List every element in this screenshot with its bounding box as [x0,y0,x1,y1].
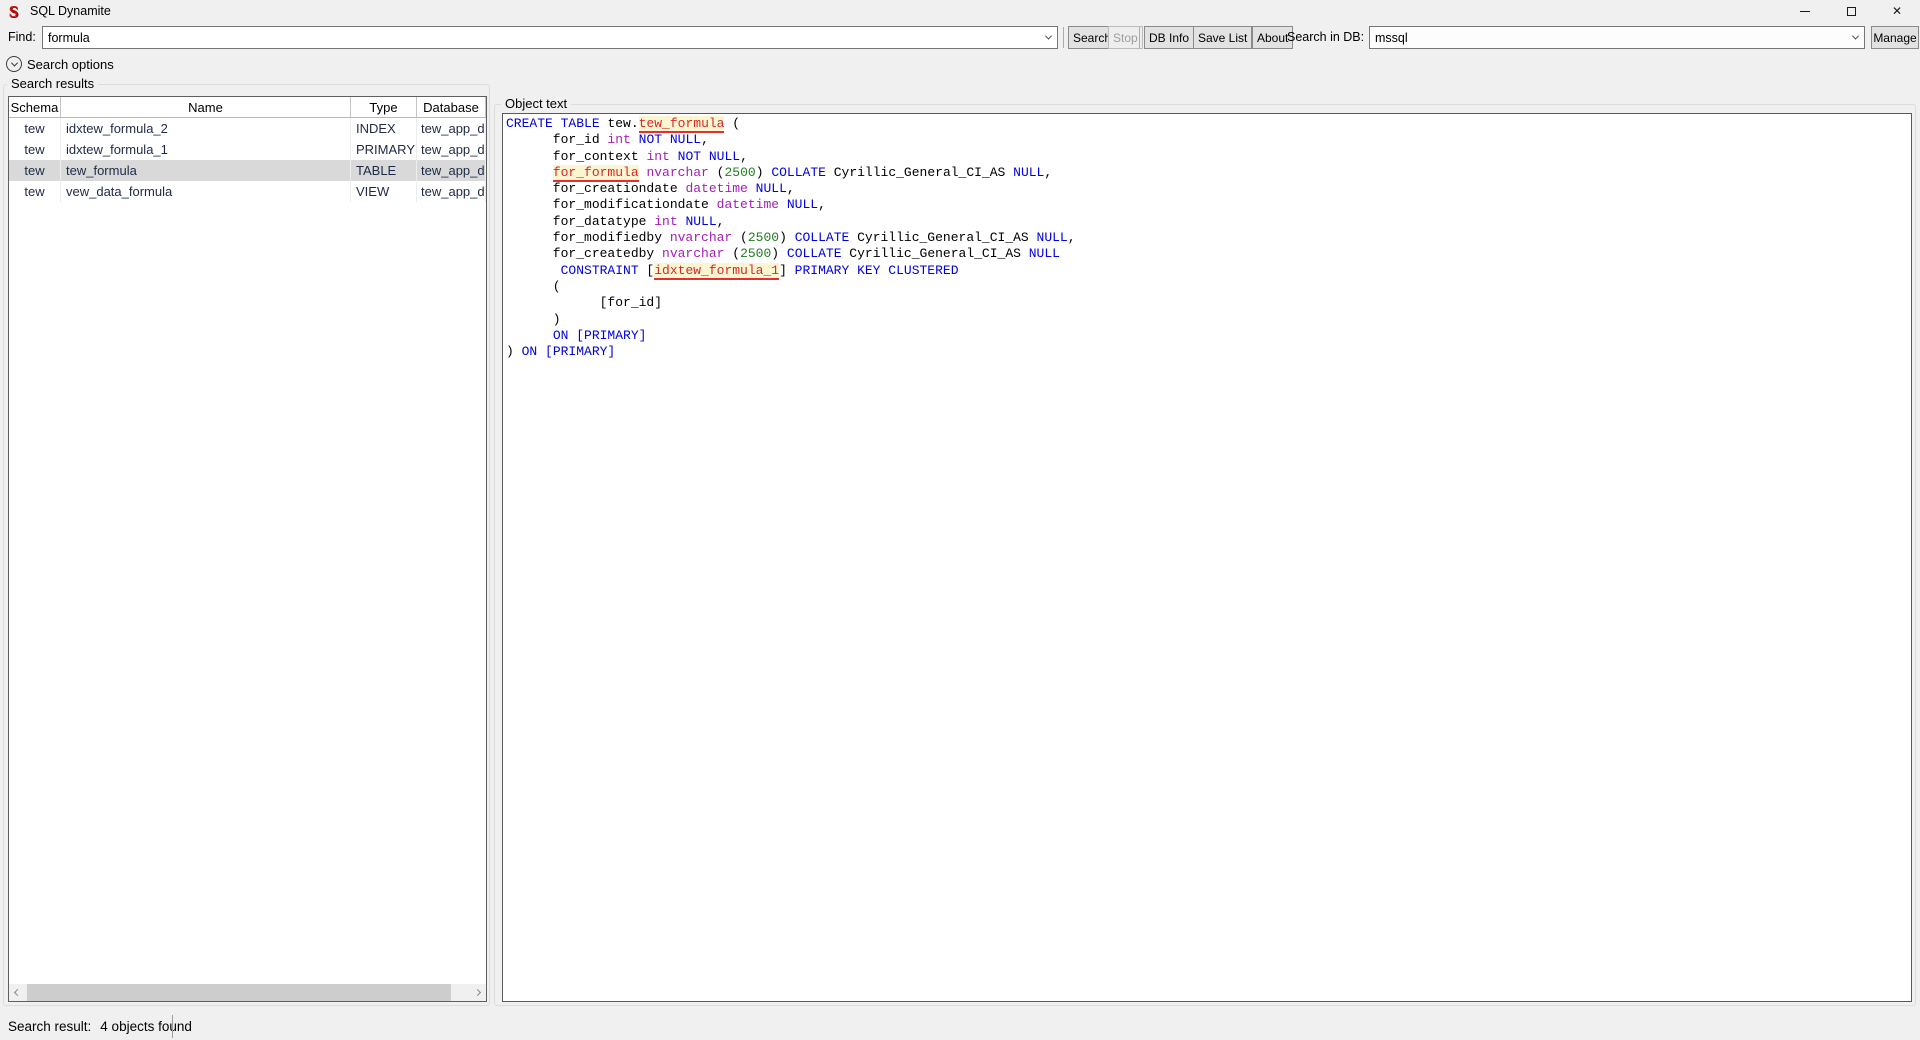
results-grid-header: Schema Name Type Database [9,97,486,118]
cell-name: tew_formula [61,160,351,181]
code-line: for_createdby nvarchar (2500) COLLATE Cy… [506,246,1911,262]
code-line: ( [506,279,1911,295]
code-line: for_datatype int NULL, [506,214,1911,230]
cell-database: tew_app_dat [417,139,486,160]
cell-database: tew_app_dat [417,160,486,181]
object-text-group-label: Object text [501,96,571,111]
manage-button[interactable]: Manage [1871,26,1919,49]
window-title: SQL Dynamite [30,4,111,18]
status-separator [172,1015,173,1038]
code-line: ) [506,312,1911,328]
app-logo-icon: S [5,3,22,20]
code-line: for_modificationdate datetime NULL, [506,197,1911,213]
cell-name: idxtew_formula_2 [61,118,351,139]
table-row[interactable]: tew idxtew_formula_2 INDEX tew_app_dat [9,118,486,139]
object-text-area[interactable]: CREATE TABLE tew.tew_formula ( for_id in… [502,113,1912,1002]
code-line: [for_id] [506,295,1911,311]
chevron-right-icon [474,989,481,996]
status-value: 4 objects found [100,1019,192,1034]
results-grid: Schema Name Type Database tew idxtew_for… [8,96,487,1002]
cell-type: VIEW [351,181,417,202]
cell-schema: tew [9,181,61,202]
results-rows: tew idxtew_formula_2 INDEX tew_app_dat t… [9,118,486,202]
chevron-left-icon [14,989,21,996]
chevron-down-icon [1851,33,1858,40]
title-bar: S SQL Dynamite ✕ [0,0,1920,22]
search-options-label: Search options [27,57,114,72]
restore-button[interactable] [1828,0,1874,22]
toolbar: Find: formula Search Stop DB Info Save L… [0,22,1920,52]
cell-schema: tew [9,139,61,160]
horizontal-scrollbar [9,984,486,1001]
column-header-schema[interactable]: Schema [9,97,61,117]
scrollbar-track[interactable] [26,984,469,1001]
code-line: ON [PRIMARY] [506,328,1911,344]
save-list-button[interactable]: Save List [1193,26,1252,49]
search-match-highlight: for_formula [553,165,639,182]
code-line: CREATE TABLE tew.tew_formula ( [506,116,1911,132]
table-row[interactable]: tew idxtew_formula_1 PRIMARY K tew_app_d… [9,139,486,160]
search-in-db-value: mssql [1370,31,1846,45]
code-line: for_creationdate datetime NULL, [506,181,1911,197]
find-label: Find: [8,30,36,44]
minimize-button[interactable] [1782,0,1828,22]
chevron-down-icon [1044,33,1051,40]
code-line: for_formula nvarchar (2500) COLLATE Cyri… [506,165,1911,181]
cell-database: tew_app_dat [417,118,486,139]
cell-database: tew_app_dat [417,181,486,202]
find-dropdown-button[interactable] [1039,27,1057,48]
status-bar: Search result: 4 objects found [0,1013,1920,1040]
search-results-group-label: Search results [7,76,98,91]
find-input-value: formula [43,31,1039,45]
cell-schema: tew [9,160,61,181]
code-line: CONSTRAINT [idxtew_formula_1] PRIMARY KE… [506,263,1911,279]
cell-type: TABLE [351,160,417,181]
search-in-db-label: Search in DB: [1287,30,1364,44]
scroll-right-button[interactable] [469,984,486,1001]
search-in-db-combo[interactable]: mssql [1369,26,1865,49]
close-button[interactable]: ✕ [1874,0,1920,22]
stop-button[interactable]: Stop [1108,26,1143,49]
cell-type: PRIMARY K [351,139,417,160]
close-icon: ✕ [1892,5,1902,17]
status-label: Search result: [8,1019,91,1034]
toolbar-separator [1063,27,1064,48]
restore-icon [1847,7,1856,16]
cell-type: INDEX [351,118,417,139]
code-line: ) ON [PRIMARY] [506,344,1911,360]
db-info-button[interactable]: DB Info [1144,26,1194,49]
column-header-database[interactable]: Database [417,97,486,117]
minimize-icon [1800,11,1810,12]
cell-name: idxtew_formula_1 [61,139,351,160]
table-row[interactable]: tew vew_data_formula VIEW tew_app_dat [9,181,486,202]
window-controls: ✕ [1782,0,1920,22]
cell-name: vew_data_formula [61,181,351,202]
table-row[interactable]: tew tew_formula TABLE tew_app_dat [9,160,486,181]
column-header-type[interactable]: Type [351,97,417,117]
scrollbar-thumb[interactable] [27,984,451,1001]
code-line: for_modifiedby nvarchar (2500) COLLATE C… [506,230,1911,246]
code-line: for_context int NOT NULL, [506,149,1911,165]
toolbar-separator [1139,27,1140,48]
search-in-db-dropdown-button[interactable] [1846,27,1864,48]
search-options-expander[interactable] [6,56,22,72]
search-match-highlight: idxtew_formula_1 [654,263,779,280]
cell-schema: tew [9,118,61,139]
code-line: for_id int NOT NULL, [506,132,1911,148]
chevron-down-icon [10,59,17,66]
search-match-highlight: tew_formula [639,116,725,133]
scroll-left-button[interactable] [9,984,26,1001]
column-header-name[interactable]: Name [61,97,351,117]
find-input[interactable]: formula [42,26,1058,49]
